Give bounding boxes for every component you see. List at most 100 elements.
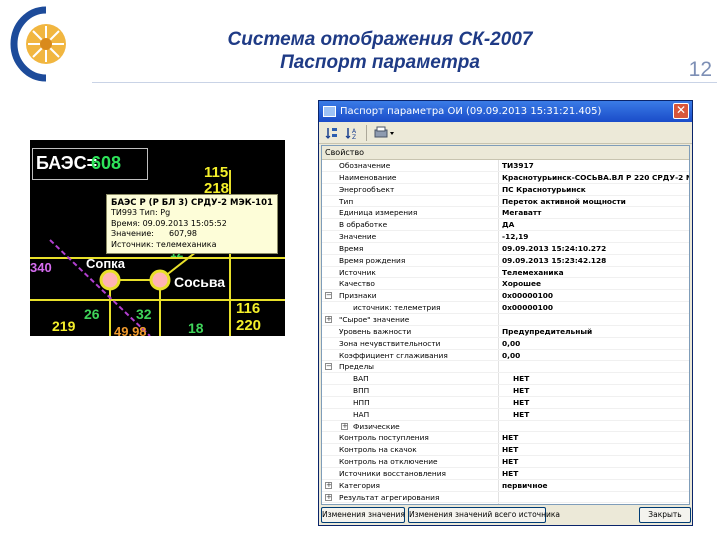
scheme-value-340: 340 <box>30 260 52 275</box>
property-name: Контроль поступления <box>339 433 429 443</box>
property-row[interactable]: + "Сырое" значение <box>322 314 689 326</box>
expand-icon[interactable]: + <box>341 422 348 430</box>
property-value: НЕТ <box>513 397 530 407</box>
property-row[interactable]: − Пределы <box>322 361 689 374</box>
property-name: Контроль на скачок <box>339 445 417 455</box>
property-row[interactable]: источник: телеметрия 0x00000100 <box>322 302 689 314</box>
property-value: Переток активной мощности <box>502 196 626 206</box>
property-value: НЕТ <box>513 374 530 384</box>
property-row[interactable]: Тип Переток активной мощности <box>322 196 689 208</box>
property-row[interactable]: Источники восстановления НЕТ <box>322 468 689 480</box>
tooltip-value: 607,98 <box>169 229 197 238</box>
property-row[interactable]: Контроль на скачок НЕТ <box>322 444 689 457</box>
title-line-1: Система отображения СК-2007 <box>227 29 533 50</box>
property-value: ДА <box>502 220 515 230</box>
property-row[interactable]: Энергообъект ПС Краснотурьинск <box>322 184 689 196</box>
scheme-label-sopka: Сопка <box>86 256 125 271</box>
print-dropdown-button[interactable] <box>372 124 398 142</box>
expand-icon[interactable]: + <box>325 493 332 501</box>
property-row[interactable]: Коэффициент сглаживания 0,00 <box>322 350 689 362</box>
mnemonic-scheme: БАЭС= 608 115 218 340 Сопка Сосьва 12 21… <box>30 140 285 336</box>
property-row[interactable]: Качество Хорошее <box>322 278 689 291</box>
sort-categorized-button[interactable] <box>323 124 341 142</box>
property-value: НЕТ <box>502 457 519 467</box>
property-row[interactable]: + Физические <box>322 421 689 433</box>
property-name: Время <box>339 243 364 253</box>
page-number: 12 <box>688 58 712 81</box>
property-row[interactable]: Время 09.09.2013 15:24:10.272 <box>322 243 689 255</box>
scheme-value-116: 116 <box>236 300 261 317</box>
property-row[interactable]: В обработке ДА <box>322 219 689 232</box>
property-row[interactable]: НПП НЕТ <box>322 397 689 409</box>
property-row[interactable]: НАП НЕТ <box>322 409 689 421</box>
tooltip-header: БАЭС Р (Р БЛ 3) СРДУ-2 МЭК-101 <box>111 198 273 208</box>
property-row[interactable]: Единица измерения Мегаватт <box>322 207 689 220</box>
company-logo <box>6 4 78 84</box>
scheme-value-18: 18 <box>188 320 204 336</box>
property-value: Телемеханика <box>502 267 564 277</box>
property-name: Уровень важности <box>339 326 412 336</box>
baes-value: 608 <box>91 153 122 173</box>
property-name: НПП <box>353 397 370 407</box>
property-row[interactable]: Наименование Краснотурьинск-СОСЬВА.ВЛ Р 2… <box>322 172 689 184</box>
scheme-value-115: 115 <box>204 164 229 181</box>
property-grid: Свойство Обозначение ТИ3917 Наименование Кр… <box>321 145 690 505</box>
property-row[interactable]: ВПП НЕТ <box>322 385 689 397</box>
property-name: Источник <box>339 267 376 277</box>
parameter-passport-dialog: Паспорт параметра ОИ (09.09.2013 15:31:2… <box>318 100 693 526</box>
property-row[interactable]: − Признаки 0x00000100 <box>322 290 689 303</box>
property-value: 0x00000100 <box>502 291 554 301</box>
property-name: Источники восстановления <box>339 468 446 478</box>
source-changes-button[interactable]: Изменения значений всего источника <box>408 507 560 523</box>
property-row[interactable]: + Категория первичное <box>322 480 689 492</box>
close-button[interactable]: Закрыть <box>639 507 691 523</box>
property-value: Предупредительный <box>502 326 593 336</box>
property-row[interactable]: Уровень важности Предупредительный <box>322 326 689 338</box>
collapse-icon[interactable]: − <box>325 363 332 371</box>
baes-label: БАЭС= <box>36 153 98 173</box>
property-row[interactable]: Контроль поступления НЕТ <box>322 432 689 445</box>
property-name: Качество <box>339 279 375 289</box>
close-window-button[interactable]: ✕ <box>673 103 689 119</box>
header-divider <box>92 82 717 83</box>
dialog-titlebar[interactable]: Паспорт параметра ОИ (09.09.2013 15:31:2… <box>319 101 692 122</box>
sort-categorized-icon <box>325 127 337 139</box>
property-name: Тип <box>339 196 354 206</box>
property-row[interactable]: Время рождения 09.09.2013 15:23:42.128 <box>322 255 689 267</box>
property-row[interactable]: Контроль на отключение НЕТ <box>322 456 689 468</box>
property-row[interactable]: Значение -12,19 <box>322 231 689 243</box>
property-value: НЕТ <box>513 386 530 396</box>
property-name: Пределы <box>339 362 375 372</box>
property-name: Энергообъект <box>339 184 395 194</box>
property-value: первичное <box>502 480 548 490</box>
tooltip-source: Источник: телемеханика <box>111 239 217 249</box>
property-name: Категория <box>339 480 380 490</box>
property-value: Мегаватт <box>502 208 542 218</box>
dialog-title: Паспорт параметра ОИ (09.09.2013 15:31:2… <box>340 106 602 117</box>
property-row[interactable]: Обозначение ТИ3917 <box>322 160 689 172</box>
title-line-2: Паспорт параметра <box>280 52 480 73</box>
property-name: Коэффициент сглаживания <box>339 350 448 360</box>
toolbar-separator <box>366 124 367 141</box>
tooltip-id: ТИ993 Тип: Pg <box>111 208 171 217</box>
property-name: Обозначение <box>339 161 391 170</box>
property-value: Хорошее <box>502 279 542 289</box>
property-value: -12,19 <box>502 232 529 242</box>
baes-indicator[interactable]: БАЭС= 608 <box>32 148 148 180</box>
value-changes-button[interactable]: Изменения значения <box>321 507 405 523</box>
property-name: Контроль на отключение <box>339 457 438 467</box>
property-row[interactable]: + Результат агрегирования <box>322 492 689 504</box>
property-value: НЕТ <box>502 433 519 443</box>
property-row[interactable]: Источник Телемеханика <box>322 267 689 279</box>
property-row[interactable]: Зона нечувствительности 0,00 <box>322 338 689 350</box>
property-name: источник: телеметрия <box>353 303 441 313</box>
property-row[interactable]: ВАП НЕТ <box>322 373 689 386</box>
property-name: Время рождения <box>339 255 406 265</box>
expand-icon[interactable]: + <box>325 481 332 489</box>
sort-alphabetical-button[interactable]: A Z <box>343 124 361 142</box>
collapse-icon[interactable]: − <box>325 292 332 300</box>
dialog-button-bar: Изменения значения Изменения значений вс… <box>321 507 691 525</box>
svg-text:Z: Z <box>352 134 356 140</box>
property-value: ПС Краснотурьинск <box>502 184 586 194</box>
expand-icon[interactable]: + <box>325 315 332 323</box>
